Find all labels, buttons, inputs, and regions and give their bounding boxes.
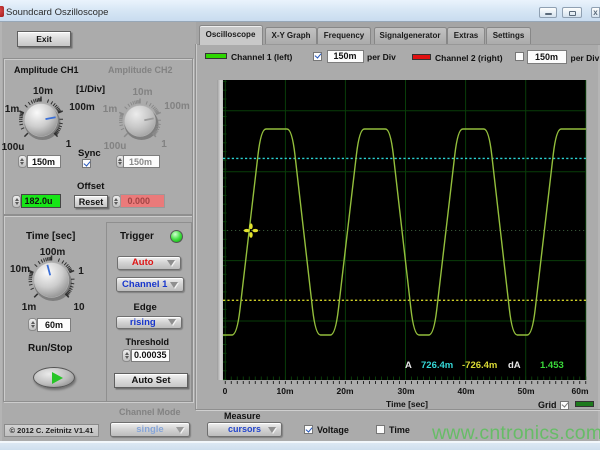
svg-text:A: A: [405, 360, 412, 371]
svg-text:726.4m: 726.4m: [421, 360, 453, 371]
svg-text:dA: dA: [508, 360, 521, 371]
svg-text:1.453: 1.453: [540, 360, 564, 371]
svg-text:-726.4m: -726.4m: [462, 360, 497, 371]
